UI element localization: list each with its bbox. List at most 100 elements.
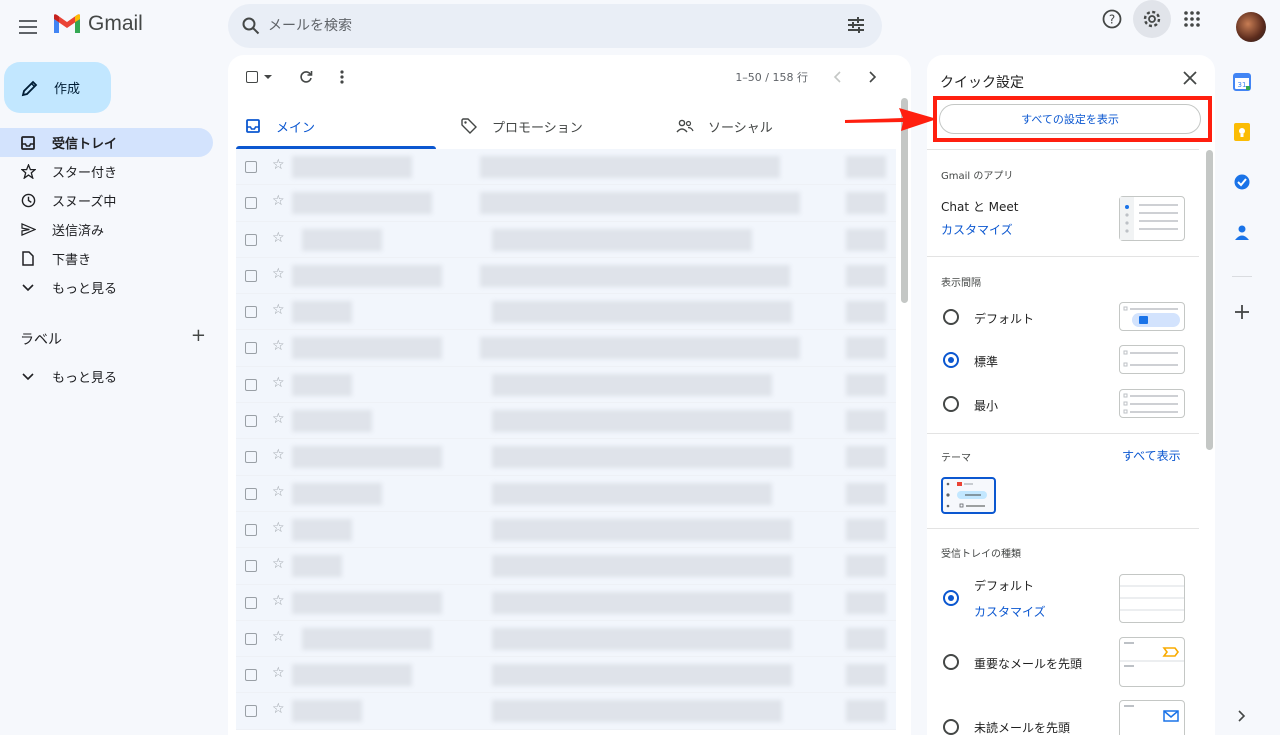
star-icon[interactable]: ☆ — [272, 665, 285, 681]
star-icon[interactable]: ☆ — [272, 629, 285, 645]
expand-panel-icon[interactable] — [1232, 706, 1252, 726]
labels-more-item[interactable]: もっと見る — [0, 362, 213, 391]
keep-icon[interactable] — [1232, 122, 1252, 142]
row-checkbox[interactable] — [245, 705, 257, 718]
star-icon[interactable]: ☆ — [272, 593, 285, 609]
row-checkbox[interactable] — [245, 560, 257, 573]
row-checkbox[interactable] — [245, 632, 257, 645]
table-row[interactable]: ☆ — [236, 185, 896, 222]
table-row[interactable]: ☆ — [236, 221, 896, 258]
row-checkbox[interactable] — [245, 669, 257, 682]
apps-customize-link[interactable]: カスタマイズ — [941, 221, 1013, 238]
star-icon[interactable]: ☆ — [272, 157, 285, 173]
table-row[interactable]: ☆ — [236, 439, 896, 476]
row-checkbox[interactable] — [245, 306, 257, 319]
table-row[interactable]: ☆ — [236, 366, 896, 404]
tab-social[interactable]: ソーシャル — [660, 103, 876, 149]
star-icon[interactable]: ☆ — [272, 520, 285, 536]
row-checkbox[interactable] — [245, 197, 257, 210]
density-default-radio[interactable] — [943, 309, 959, 325]
table-row[interactable]: ☆ — [236, 584, 896, 621]
select-all-checkbox[interactable] — [246, 67, 272, 87]
table-row[interactable]: ☆ — [236, 511, 896, 549]
table-row[interactable]: ☆ — [236, 475, 896, 512]
add-addon-icon[interactable] — [1232, 302, 1252, 322]
row-checkbox[interactable] — [245, 161, 257, 173]
row-checkbox[interactable] — [245, 233, 257, 246]
star-icon[interactable]: ☆ — [272, 302, 285, 318]
redacted-text — [292, 192, 432, 215]
row-checkbox[interactable] — [245, 269, 257, 282]
search-input[interactable] — [268, 18, 828, 34]
hamburger-menu-icon[interactable] — [14, 13, 42, 41]
table-row[interactable]: ☆ — [236, 657, 896, 694]
redacted-text — [492, 301, 792, 324]
table-row[interactable]: ☆ — [236, 620, 896, 658]
density-option-label: デフォルト — [974, 312, 1035, 326]
row-checkbox[interactable] — [245, 596, 257, 609]
gmail-logo[interactable]: Gmail — [52, 12, 143, 36]
next-page-icon[interactable] — [869, 67, 877, 87]
apps-grid-icon[interactable] — [1173, 0, 1211, 38]
theme-thumbnail[interactable] — [941, 477, 996, 514]
search-icon[interactable] — [240, 15, 262, 37]
row-checkbox[interactable] — [245, 342, 257, 355]
star-icon[interactable]: ☆ — [272, 230, 285, 246]
redacted-text — [480, 192, 800, 215]
sidebar-item-inbox[interactable]: 受信トレイ — [0, 128, 213, 157]
add-label-icon[interactable]: + — [191, 327, 206, 349]
table-row[interactable]: ☆ — [236, 149, 896, 186]
table-row[interactable]: ☆ — [236, 403, 896, 440]
settings-gear-icon[interactable] — [1133, 0, 1171, 38]
help-icon[interactable]: ? — [1093, 0, 1131, 38]
inbox-type-customize-link[interactable]: カスタマイズ — [974, 603, 1046, 620]
density-compact-radio[interactable] — [943, 396, 959, 412]
star-icon[interactable]: ☆ — [272, 266, 285, 282]
caret-down-icon[interactable] — [264, 75, 272, 79]
inbox-type-default-radio[interactable] — [943, 590, 959, 606]
compose-button[interactable]: 作成 — [4, 62, 111, 113]
sidebar-item-starred[interactable]: スター付き — [0, 157, 213, 186]
sidebar-item-sent[interactable]: 送信済み — [0, 215, 213, 244]
sidebar-item-drafts[interactable]: 下書き — [0, 244, 213, 273]
table-row[interactable]: ☆ — [236, 294, 896, 331]
inbox-type-important-radio[interactable] — [943, 654, 959, 670]
search-bar[interactable] — [228, 4, 882, 48]
star-icon[interactable]: ☆ — [272, 556, 285, 572]
close-icon[interactable] — [1181, 69, 1199, 87]
inbox-type-unread-radio[interactable] — [943, 719, 959, 735]
tasks-icon[interactable] — [1232, 172, 1252, 192]
star-icon[interactable]: ☆ — [272, 411, 285, 427]
refresh-icon[interactable] — [299, 67, 313, 87]
sidebar-item-more[interactable]: もっと見る — [0, 273, 213, 302]
star-icon[interactable]: ☆ — [272, 338, 285, 354]
density-standard-radio[interactable] — [943, 352, 959, 368]
account-avatar[interactable] — [1236, 12, 1266, 42]
row-checkbox[interactable] — [245, 523, 257, 536]
row-checkbox[interactable] — [245, 487, 257, 500]
table-row[interactable]: ☆ — [236, 330, 896, 367]
star-icon[interactable]: ☆ — [272, 193, 285, 209]
redacted-text — [492, 373, 772, 396]
search-options-icon[interactable] — [846, 15, 868, 37]
row-checkbox[interactable] — [245, 451, 257, 464]
row-checkbox[interactable] — [245, 378, 257, 391]
star-icon[interactable]: ☆ — [272, 447, 285, 463]
table-row[interactable]: ☆ — [236, 257, 896, 295]
redacted-text — [846, 627, 886, 650]
star-icon[interactable]: ☆ — [272, 701, 285, 717]
quick-settings-scrollbar[interactable] — [1206, 150, 1213, 450]
table-row[interactable]: ☆ — [236, 548, 896, 585]
calendar-icon[interactable]: 31 — [1232, 72, 1252, 92]
tab-promotions[interactable]: プロモーション — [444, 103, 660, 149]
star-icon[interactable]: ☆ — [272, 375, 285, 391]
contacts-icon[interactable] — [1232, 222, 1252, 242]
row-checkbox[interactable] — [245, 415, 257, 428]
star-icon[interactable]: ☆ — [272, 484, 285, 500]
prev-page-icon[interactable] — [833, 67, 841, 87]
sidebar-item-snoozed[interactable]: スヌーズ中 — [0, 186, 213, 215]
theme-see-all-link[interactable]: すべて表示 — [1122, 447, 1181, 464]
more-vert-icon[interactable] — [340, 67, 344, 87]
table-row[interactable]: ☆ — [236, 693, 896, 730]
tab-main[interactable]: メイン — [228, 103, 444, 149]
